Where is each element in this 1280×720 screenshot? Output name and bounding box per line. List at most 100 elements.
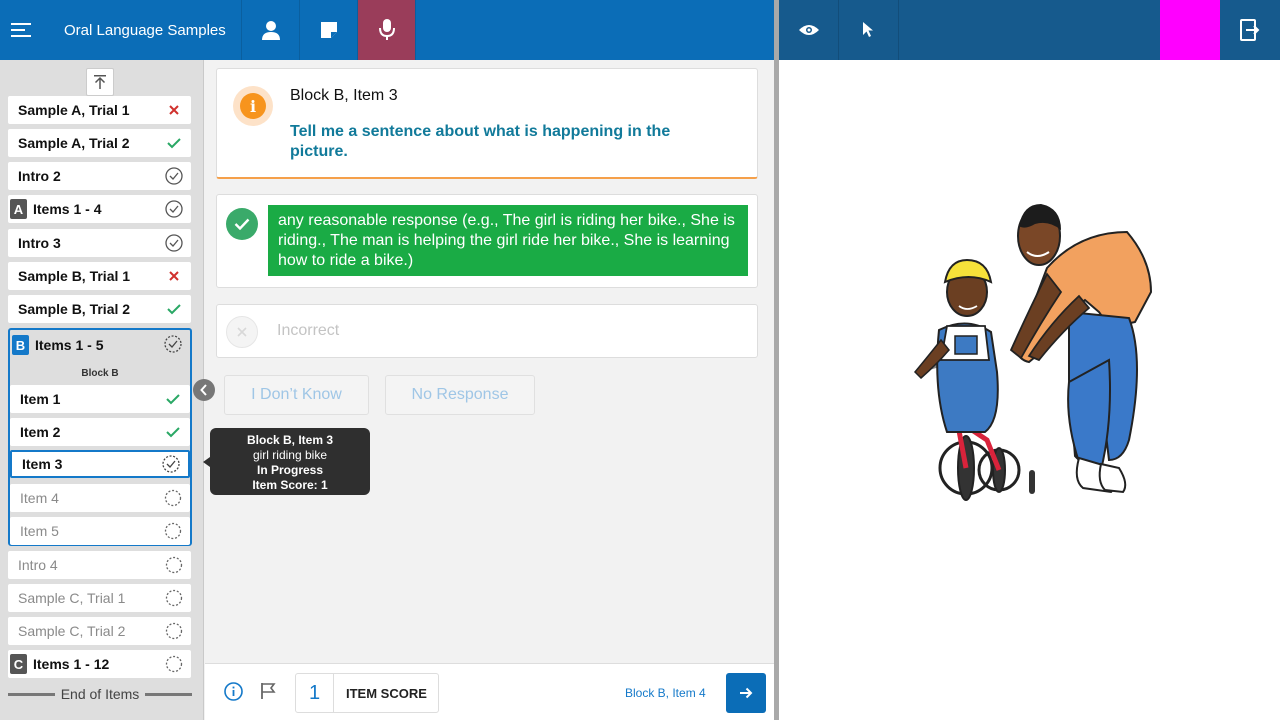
complete-circle-check-icon <box>165 234 183 252</box>
stimulus-panel <box>779 60 1280 720</box>
item-score-label: ITEM SCORE <box>346 685 427 701</box>
sidebar-item-sample-a-trial-1[interactable]: Sample A, Trial 1 <box>8 96 191 124</box>
block-letter-badge: C <box>10 654 27 674</box>
info-icon: i <box>240 93 266 119</box>
info-button[interactable] <box>224 682 243 706</box>
incorrect-x-icon <box>165 267 183 285</box>
sidebar-item-sample-c-trial-1[interactable]: Sample C, Trial 1 <box>8 584 191 612</box>
preview-button[interactable] <box>779 0 839 60</box>
app-root: Oral Language Samples Sample A, Trial 1 <box>0 0 1280 720</box>
pending-circle-icon <box>165 589 183 607</box>
sidebar-item-label: Sample A, Trial 2 <box>18 135 130 151</box>
no-response-button[interactable]: No Response <box>385 375 535 415</box>
pending-circle-icon <box>165 556 183 574</box>
app-title: Oral Language Samples <box>42 0 242 60</box>
incorrect-response-card[interactable]: Incorrect <box>216 304 758 358</box>
incorrect-label: Incorrect <box>277 322 340 339</box>
item-panel: i Block B, Item 3 Tell me a sentence abo… <box>205 60 774 720</box>
sidebar-item-block-b-item-5[interactable]: Item 5 <box>10 517 190 545</box>
info-circle-icon <box>224 682 243 701</box>
block-letter-badge: B <box>12 335 29 355</box>
item-score-value[interactable]: 1 <box>296 674 334 712</box>
sidebar-item-block-a[interactable]: A Items 1 - 4 <box>8 195 191 223</box>
sidebar-item-block-b[interactable]: B Items 1 - 5 <box>10 330 190 360</box>
sidebar-item-sample-a-trial-2[interactable]: Sample A, Trial 2 <box>8 129 191 157</box>
correct-check-icon <box>164 390 182 408</box>
sidebar-item-label: Item 5 <box>20 523 59 539</box>
tooltip-score: Item Score: 1 <box>252 478 328 492</box>
correct-check-icon <box>226 208 258 240</box>
sidebar-item-sample-b-trial-1[interactable]: Sample B, Trial 1 <box>8 262 191 290</box>
sidebar-item-block-b-item-1[interactable]: Item 1 <box>10 385 190 413</box>
sidebar-item-block-b-item-4[interactable]: Item 4 <box>10 484 190 512</box>
sidebar-item-label: Intro 4 <box>18 557 58 573</box>
divider <box>8 692 55 696</box>
incorrect-x-icon <box>226 316 258 348</box>
tooltip-subtitle: girl riding bike <box>252 448 328 462</box>
divider <box>145 692 192 696</box>
flag-button[interactable] <box>260 682 276 705</box>
menu-button[interactable] <box>0 0 42 60</box>
flag-icon <box>261 683 276 699</box>
bottom-bar: 1 ITEM SCORE Block B, Item 4 <box>205 663 774 720</box>
in-progress-icon <box>162 455 180 473</box>
sidebar-item-label: Item 2 <box>20 424 61 440</box>
sidebar-item-intro-4[interactable]: Intro 4 <box>8 551 191 579</box>
exit-button[interactable] <box>1220 0 1280 60</box>
scroll-top-button[interactable] <box>86 68 114 96</box>
arrow-up-to-top-icon <box>94 75 106 89</box>
info-badge: i <box>233 86 273 126</box>
block-b-sublabel: Block B <box>81 368 119 379</box>
block-b-group: B Items 1 - 5 Block B Item 1 Item 2 Item… <box>8 328 192 546</box>
sidebar-item-intro-2[interactable]: Intro 2 <box>8 162 191 190</box>
sidebar-item-block-b-item-2[interactable]: Item 2 <box>10 418 190 446</box>
end-of-items: End of Items <box>8 686 192 702</box>
question-title: Block B, Item 3 <box>290 87 398 104</box>
next-item-label: Block B, Item 4 <box>625 686 706 700</box>
marker-block <box>1160 0 1220 60</box>
correct-response-text[interactable]: any reasonable response (e.g., The girl … <box>268 205 748 276</box>
pending-circle-icon <box>164 489 182 507</box>
exit-icon <box>1240 19 1260 41</box>
notes-button[interactable] <box>300 0 358 60</box>
pending-circle-icon <box>164 522 182 540</box>
microphone-button[interactable] <box>358 0 416 60</box>
sidebar-item-label: Item 1 <box>20 391 61 407</box>
in-progress-icon <box>164 335 182 353</box>
sidebar-item-intro-3[interactable]: Intro 3 <box>8 229 191 257</box>
collapse-sidebar-button[interactable] <box>193 379 215 401</box>
sidebar-item-label: Item 4 <box>20 490 59 506</box>
end-of-items-label: End of Items <box>60 686 140 702</box>
sidebar-item-label: Items 1 - 5 <box>35 337 104 353</box>
correct-response-card[interactable]: any reasonable response (e.g., The girl … <box>216 194 758 288</box>
sidebar-item-sample-c-trial-2[interactable]: Sample C, Trial 2 <box>8 617 191 645</box>
menu-icon <box>11 23 31 37</box>
item-score-box[interactable]: 1 ITEM SCORE <box>295 673 439 713</box>
sidebar-item-label: Item 3 <box>22 456 63 472</box>
item-sidebar: Sample A, Trial 1 Sample A, Trial 2 Intr… <box>0 60 204 720</box>
question-card: i Block B, Item 3 Tell me a sentence abo… <box>216 68 758 179</box>
arrow-right-icon <box>740 687 753 699</box>
complete-circle-check-icon <box>165 200 183 218</box>
note-icon <box>320 22 337 38</box>
tooltip-status: In Progress <box>256 463 324 477</box>
sidebar-item-sample-b-trial-2[interactable]: Sample B, Trial 2 <box>8 295 191 323</box>
sidebar-item-block-c[interactable]: C Items 1 - 12 <box>8 650 191 678</box>
sidebar-item-block-b-item-3[interactable]: Item 3 <box>10 450 190 478</box>
chevron-left-icon <box>200 384 207 396</box>
sidebar-item-label: Intro 3 <box>18 235 61 251</box>
sidebar-item-label: Sample B, Trial 1 <box>18 268 131 284</box>
block-letter-badge: A <box>10 199 27 219</box>
sidebar-item-label: Intro 2 <box>18 168 61 184</box>
student-button[interactable] <box>242 0 300 60</box>
item-tooltip: Block B, Item 3 girl riding bike In Prog… <box>210 428 370 495</box>
top-bar-right <box>779 0 1280 60</box>
sidebar-item-label: Sample A, Trial 1 <box>18 102 130 118</box>
tooltip-title: Block B, Item 3 <box>246 433 334 447</box>
dont-know-button[interactable]: I Don’t Know <box>224 375 369 415</box>
pending-circle-icon <box>165 655 183 673</box>
pointer-button[interactable] <box>839 0 899 60</box>
girl-riding-bike-illustration <box>913 204 1153 501</box>
next-item-button[interactable] <box>726 673 766 713</box>
person-icon <box>261 21 280 40</box>
